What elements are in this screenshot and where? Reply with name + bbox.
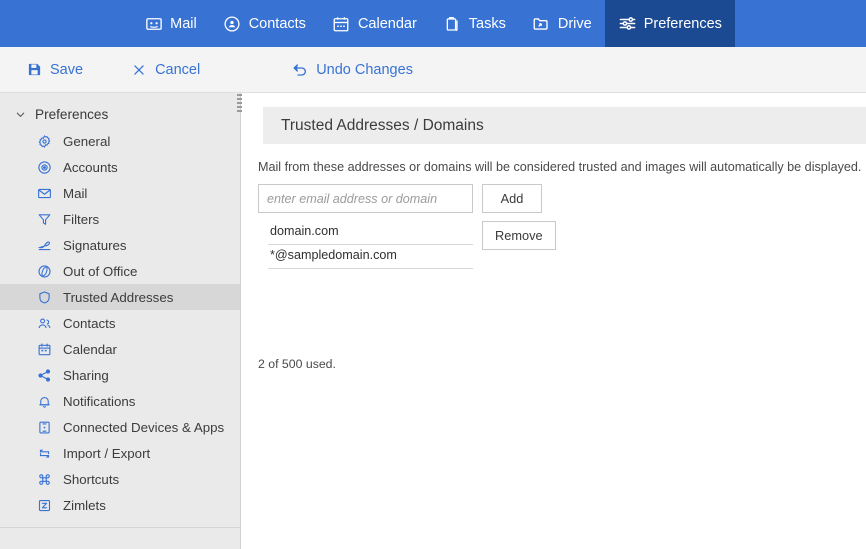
undo-changes-button[interactable]: Undo Changes [286, 58, 419, 82]
panel-title: Trusted Addresses / Domains [263, 107, 866, 144]
sidebar-item-shortcuts[interactable]: Shortcuts [0, 466, 240, 492]
sidebar-item-label: Filters [63, 211, 100, 227]
sidebar-item-notifications[interactable]: Notifications [0, 388, 240, 414]
bell-icon [36, 393, 53, 410]
grip-line [237, 102, 242, 104]
sidebar-item-label: Accounts [63, 159, 118, 175]
sidebar-item-trusted-addresses[interactable]: Trusted Addresses [0, 284, 240, 310]
address-list: domain.com *@sampledomain.com [258, 221, 473, 269]
sidebar-item-label: Contacts [63, 315, 116, 331]
sidebar-item-label: Mail [63, 185, 88, 201]
add-address-row: Add [258, 184, 866, 213]
content-area: Preferences General Accounts Mail Filter… [0, 93, 866, 549]
account-circle-icon [36, 159, 53, 176]
cancel-label: Cancel [155, 61, 201, 78]
undo-label: Undo Changes [316, 61, 413, 78]
gear-icon [36, 133, 53, 150]
add-button[interactable]: Add [482, 184, 542, 213]
sidebar-item-sharing[interactable]: Sharing [0, 362, 240, 388]
grip-line [237, 106, 242, 108]
trusted-addresses-panel: Trusted Addresses / Domains Mail from th… [241, 93, 866, 549]
nav-tab-contacts[interactable]: Contacts [210, 0, 319, 47]
list-item[interactable]: domain.com [268, 221, 473, 245]
cancel-button[interactable]: Cancel [125, 58, 206, 82]
drive-icon [532, 14, 551, 33]
shield-icon [36, 289, 53, 306]
sidebar-item-label: Import / Export [63, 445, 151, 461]
grip-line [237, 94, 242, 96]
import-export-icon [36, 445, 53, 462]
address-list-row: domain.com *@sampledomain.com Remove [258, 221, 866, 269]
sidebar-item-connected-devices[interactable]: Connected Devices & Apps [0, 414, 240, 440]
calendar-icon [332, 14, 351, 33]
nav-tab-label: Contacts [248, 15, 306, 32]
sidebar-item-label: Shortcuts [63, 471, 120, 487]
sidebar-root-label: Preferences [35, 106, 109, 122]
save-button[interactable]: Save [20, 58, 89, 82]
sidebar-item-label: Signatures [63, 237, 127, 253]
sidebar-item-general[interactable]: General [0, 128, 240, 154]
tasks-icon [443, 14, 462, 33]
nav-tab-preferences[interactable]: Preferences [604, 0, 735, 47]
save-label: Save [50, 61, 84, 78]
undo-arrow-icon [292, 62, 308, 78]
top-navigation-bar: Mail Contacts Calendar Tasks Drive Prefe… [0, 0, 866, 47]
usage-count-text: 2 of 500 used. [258, 357, 336, 371]
nav-tab-label: Calendar [357, 15, 417, 32]
share-icon [36, 367, 53, 384]
grip-line [237, 98, 242, 100]
sidebar-item-label: Zimlets [63, 497, 106, 513]
envelope-icon [36, 185, 53, 202]
nav-tab-label: Tasks [468, 15, 506, 32]
nav-tab-label: Mail [170, 15, 197, 32]
panel-description: Mail from these addresses or domains wil… [258, 160, 862, 174]
sidebar-root-preferences[interactable]: Preferences [0, 100, 240, 128]
nav-tab-mail[interactable]: Mail [131, 0, 210, 47]
sidebar-item-import-export[interactable]: Import / Export [0, 440, 240, 466]
sidebar-footer [0, 527, 240, 549]
grip-line [237, 110, 242, 112]
preferences-sidebar: Preferences General Accounts Mail Filter… [0, 93, 243, 549]
sidebar-item-calendar[interactable]: Calendar [0, 336, 240, 362]
sidebar-item-accounts[interactable]: Accounts [0, 154, 240, 180]
sidebar-item-contacts[interactable]: Contacts [0, 310, 240, 336]
device-icon [36, 419, 53, 436]
save-disk-icon [26, 62, 42, 78]
calendar-icon [36, 341, 53, 358]
people-icon [36, 315, 53, 332]
close-icon [131, 62, 147, 78]
sidebar-item-label: Connected Devices & Apps [63, 419, 225, 435]
sidebar-resize-grip[interactable] [236, 93, 243, 119]
sidebar-item-signatures[interactable]: Signatures [0, 232, 240, 258]
remove-button[interactable]: Remove [482, 221, 556, 250]
sidebar-item-out-of-office[interactable]: Out of Office [0, 258, 240, 284]
nav-tab-drive[interactable]: Drive [519, 0, 605, 47]
zimlet-z-icon [36, 497, 53, 514]
funnel-icon [36, 211, 53, 228]
action-toolbar: Save Cancel Undo Changes [0, 47, 866, 93]
sidebar-item-mail[interactable]: Mail [0, 180, 240, 206]
sidebar-item-label: Sharing [63, 367, 109, 383]
sidebar-item-label: Notifications [63, 393, 136, 409]
sidebar-item-zimlets[interactable]: Zimlets [0, 492, 240, 518]
sidebar-item-label: General [63, 133, 111, 149]
contacts-icon [223, 14, 242, 33]
chevron-down-icon [14, 109, 26, 120]
preferences-icon [618, 14, 637, 33]
sidebar-item-label: Trusted Addresses [63, 289, 174, 305]
sidebar-item-label: Out of Office [63, 263, 138, 279]
nav-tab-calendar[interactable]: Calendar [319, 0, 430, 47]
out-of-office-icon [36, 263, 53, 280]
nav-tab-tasks[interactable]: Tasks [430, 0, 519, 47]
mail-icon [144, 14, 163, 33]
nav-tab-label: Preferences [643, 15, 722, 32]
signature-pen-icon [36, 237, 53, 254]
address-input[interactable] [258, 184, 473, 213]
nav-tab-label: Drive [557, 15, 592, 32]
sidebar-item-label: Calendar [63, 341, 117, 357]
sidebar-scroll-region: Preferences General Accounts Mail Filter… [0, 93, 240, 527]
sidebar-item-filters[interactable]: Filters [0, 206, 240, 232]
command-icon [36, 471, 53, 488]
list-item[interactable]: *@sampledomain.com [268, 245, 473, 269]
